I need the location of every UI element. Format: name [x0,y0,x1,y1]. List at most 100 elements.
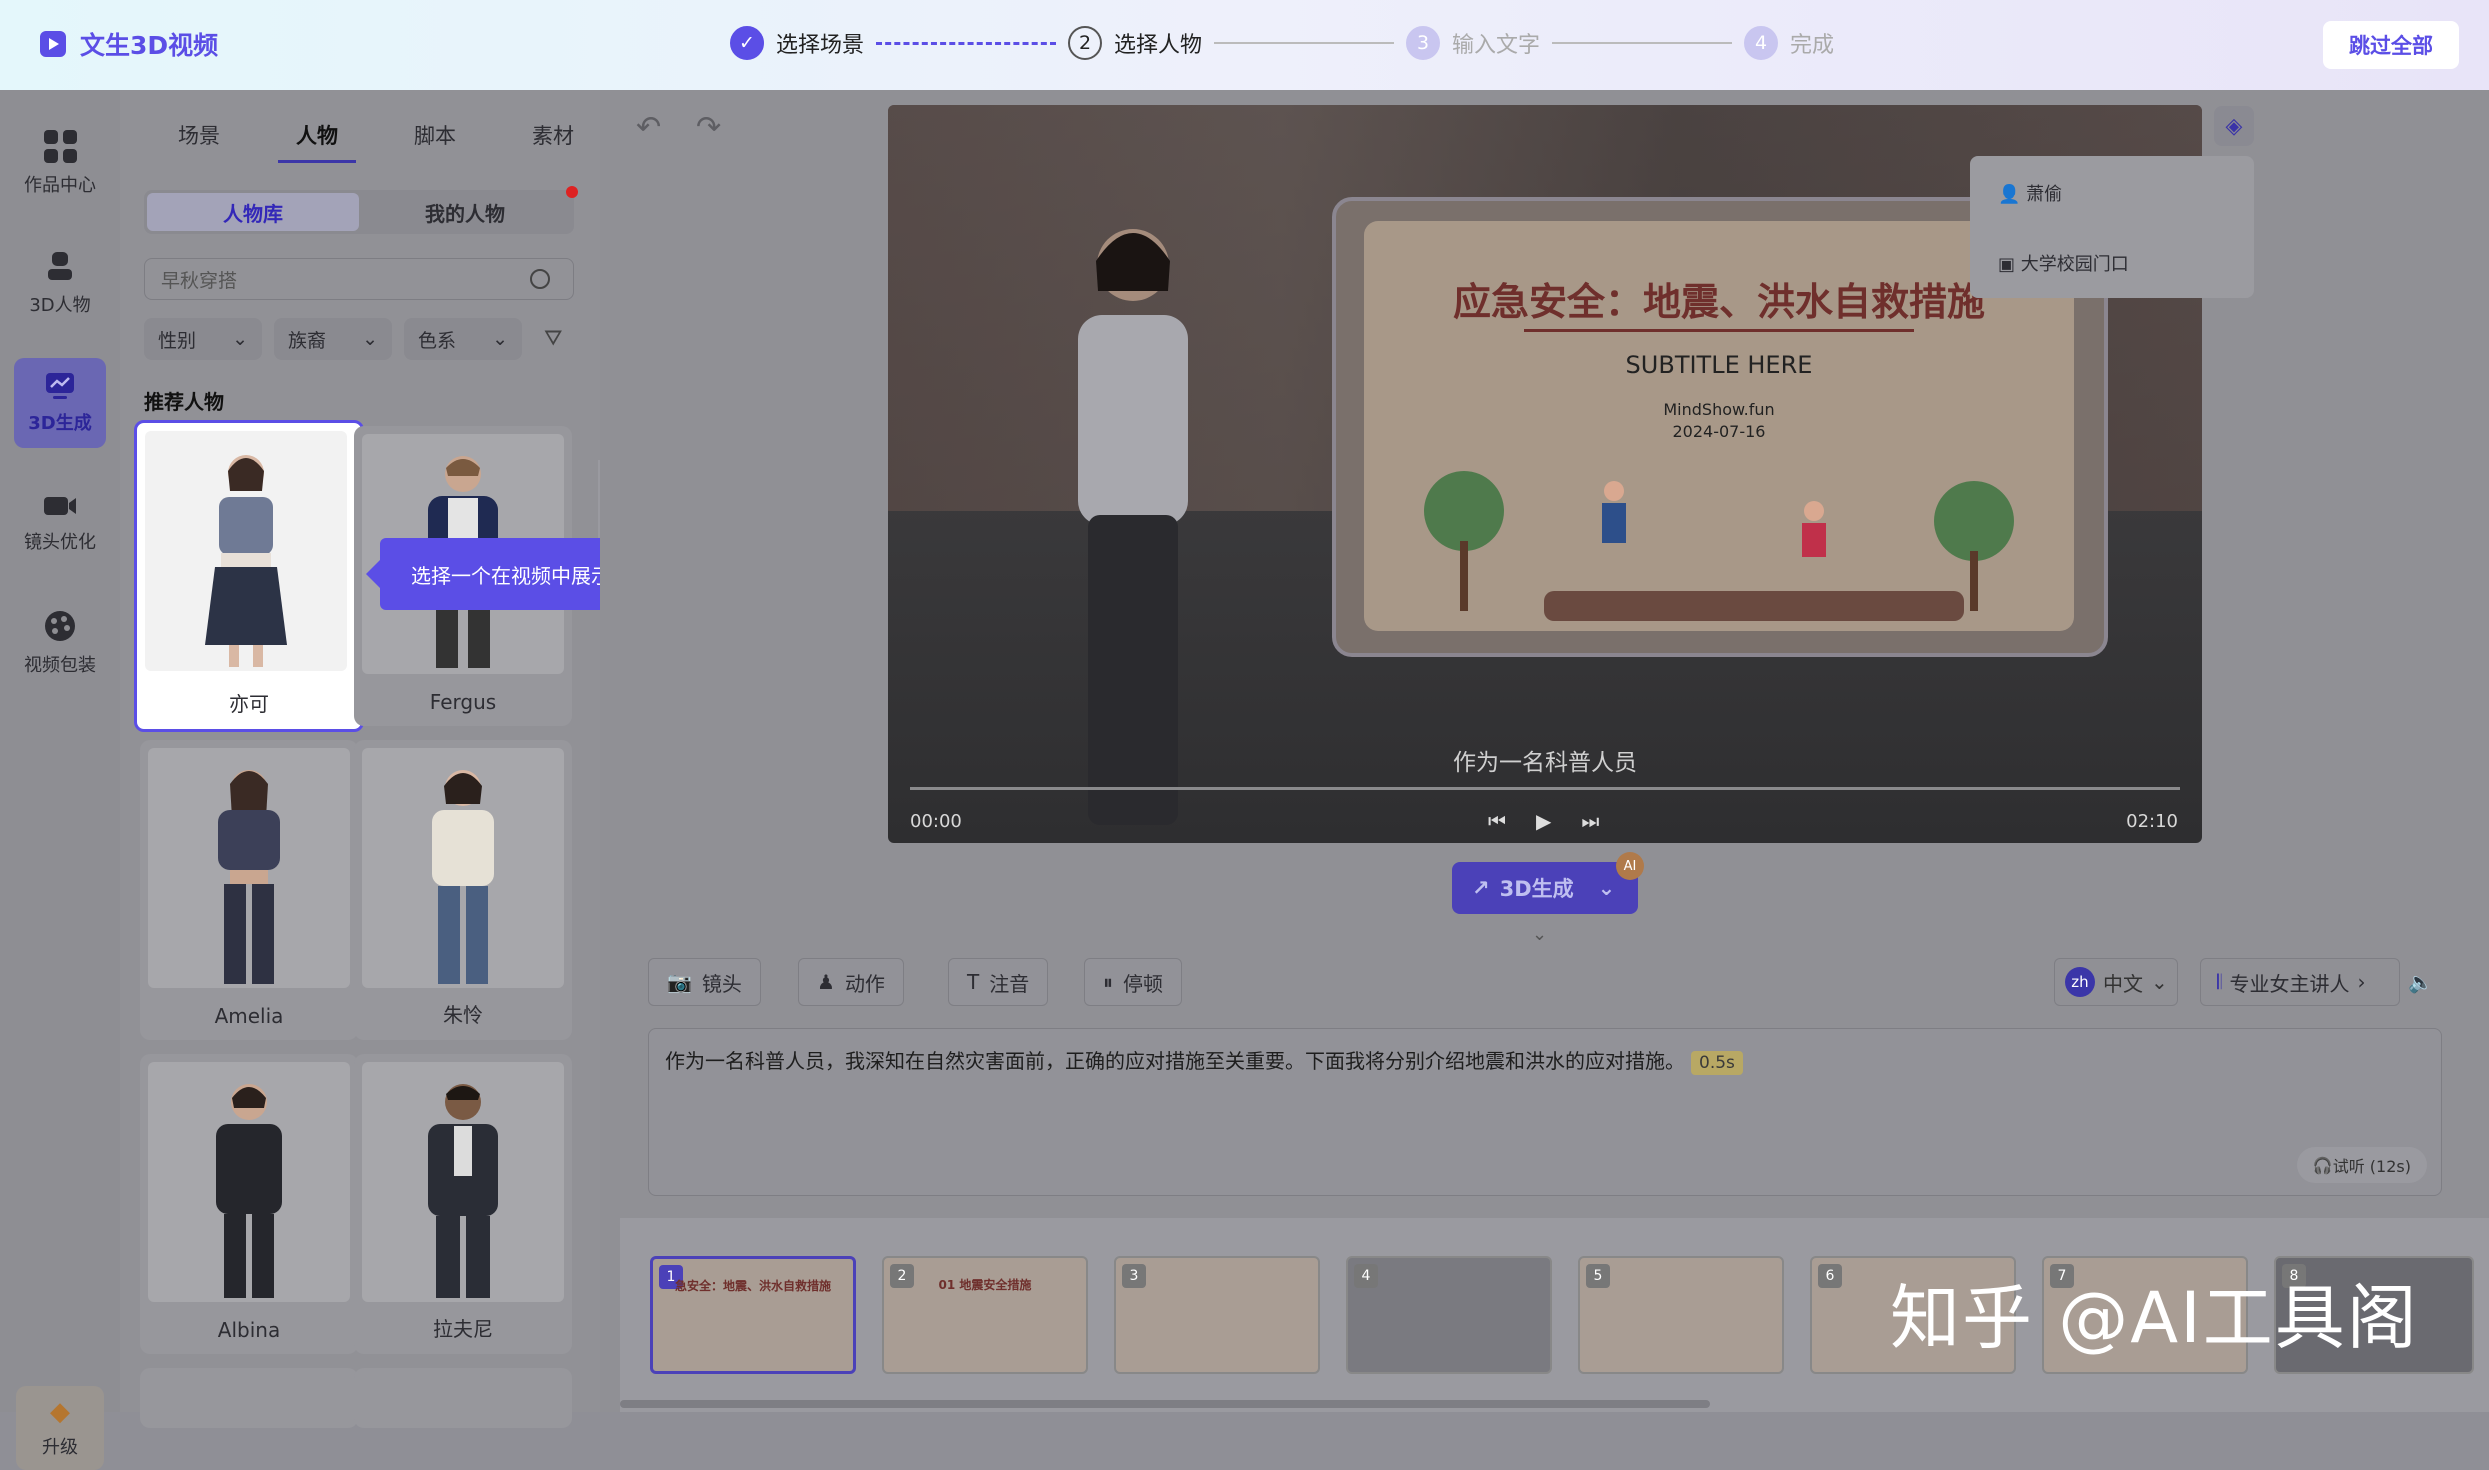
generate-label: 3D生成 [1499,877,1574,901]
slide-content: 应急安全：地震、洪水自救措施 SUBTITLE HERE MindShow.fu… [1364,221,2074,631]
filter-color[interactable]: 色系 ⌄ [404,318,522,360]
palette-icon [45,611,75,641]
character-card[interactable]: 亦可 [134,420,364,732]
voice-select[interactable]: 𝄃 专业女主讲人 › [2200,958,2400,1006]
search-input[interactable]: 早秋穿搭 [144,258,574,300]
redo-icon[interactable]: ↷ [696,110,721,145]
slide-thumbnail[interactable]: 1 急安全：地震、洪水自救措施 [650,1256,856,1374]
step-2[interactable]: 2 选择人物 [1068,26,1202,60]
rail-item-works[interactable]: 作品中心 [14,118,106,208]
app-brand[interactable]: 文生3D视频 [40,26,218,62]
app-title: 文生3D视频 [80,31,219,60]
listen-button[interactable]: 🎧 试听 (12s) [2296,1147,2427,1183]
chevron-down-icon: ⌄ [492,328,508,350]
trend-icon: ↗ [1472,876,1490,900]
slide-thumbnail[interactable]: 4 [1346,1256,1552,1374]
step-1[interactable]: ✓ 选择场景 [730,26,864,60]
search-icon[interactable] [530,269,550,289]
step-connector [876,41,1057,45]
slide-meta-line: 2024-07-16 [1672,422,1766,441]
tab-script[interactable]: 脚本 [396,120,474,163]
step-label: 选择人物 [1114,33,1203,58]
rail-label: 视频包装 [24,655,96,676]
filter-label: 族裔 [288,329,327,352]
character-avatar [148,1062,350,1302]
divider [1524,329,1914,332]
character-card[interactable] [140,1368,358,1428]
upgrade-button[interactable]: ◆ 升级 [16,1386,104,1470]
tool-pause-button[interactable]: ⏸ 停顿 [1084,958,1182,1006]
speaker-icon[interactable]: 🔈 [2408,970,2433,994]
language-code: zh [2065,967,2095,997]
tab-character[interactable]: 人物 [278,120,356,163]
character-name: Albina [217,1318,281,1342]
ai-badge: AI [1616,852,1644,880]
3d-generate-button[interactable]: ↗ 3D生成 ⌄ [1452,862,1638,914]
layers-item-label: 大学校园门口 [2020,254,2129,275]
layers-menu-item[interactable]: ▣ 大学校园门口 [1998,250,2129,276]
tab-scene[interactable]: 场景 [160,120,238,163]
pause-tag[interactable]: 0.5s [1691,1051,1743,1075]
tool-action-button[interactable]: ♟ 动作 [798,958,904,1006]
skip-all-button[interactable]: 跳过全部 [2323,21,2459,69]
filter-gender[interactable]: 性别 ⌄ [144,318,262,360]
tool-label: 镜头 [701,971,742,996]
skip-back-icon[interactable]: ⏮ [1488,809,1506,833]
check-icon: ✓ [730,26,764,60]
language-label: 中文 [2103,971,2143,996]
layers-item-label: 萧偷 [2026,184,2063,205]
character-card[interactable] [354,1368,572,1428]
character-card[interactable]: Amelia [140,740,358,1040]
rail-item-3d-generate[interactable]: 3D生成 [14,358,106,448]
chevron-down-icon[interactable]: ⌄ [1598,876,1616,900]
script-text: 作为一名科普人员，我深知在自然灾害面前，正确的应对措施至关重要。下面我将分别介绍… [665,1049,1685,1073]
time-current: 00:00 [910,811,962,832]
thumbnail-scrollbar[interactable] [620,1400,1710,1408]
character-card[interactable]: 拉夫尼 [354,1054,572,1354]
layers-icon[interactable]: ◈ [2214,106,2254,146]
undo-icon[interactable]: ↶ [636,110,661,145]
rail-item-camera[interactable]: 镜头优化 [14,478,106,568]
character-name: Fergus [429,690,497,714]
step-4[interactable]: 4 完成 [1744,26,1834,60]
thumbnail-number: 3 [1122,1264,1146,1288]
chevron-down-icon: ⌄ [362,328,378,350]
person-icon: 👤 [1998,184,2027,205]
thumbnail-number: 5 [1586,1264,1610,1288]
slide-thumbnail[interactable]: 3 [1114,1256,1320,1374]
image-icon: ▣ [1998,254,2021,275]
filter-ethnicity[interactable]: 族裔 ⌄ [274,318,392,360]
slide-thumbnail[interactable]: 2 01 地震安全措施 [882,1256,1088,1374]
rail-item-3d-person[interactable]: 3D人物 [14,238,106,328]
presenter-figure [1078,229,1188,825]
character-avatar [362,748,564,988]
step-label: 输入文字 [1452,33,1541,58]
chevron-down-icon: ⌄ [2151,970,2168,994]
step-connector [1214,42,1395,44]
time-total: 02:10 [2126,811,2178,832]
step-3[interactable]: 3 输入文字 [1406,26,1540,60]
skip-forward-icon[interactable]: ⏭ [1581,809,1599,833]
video-caption: 作为一名科普人员 [1453,750,1637,776]
script-textarea[interactable]: 作为一名科普人员，我深知在自然灾害面前，正确的应对措施至关重要。下面我将分别介绍… [648,1028,2442,1196]
segment-my-characters[interactable]: 我的人物 [359,193,571,231]
slide-thumbnail[interactable]: 5 [1578,1256,1784,1374]
step-number: 3 [1406,26,1441,60]
tab-assets[interactable]: 素材 [514,120,592,163]
rail-item-packaging[interactable]: 视频包装 [14,598,106,688]
thumbnail-caption: 01 地震安全措施 [938,1278,1032,1292]
play-icon[interactable]: ▶ [1536,809,1551,833]
notification-dot [566,186,578,198]
character-card[interactable]: Albina [140,1054,358,1354]
character-card[interactable]: 朱怜 [354,740,572,1040]
language-select[interactable]: zh 中文 ⌄ [2054,958,2178,1006]
tool-phonetic-button[interactable]: T 注音 [948,958,1049,1006]
funnel-icon[interactable]: ⛛ [544,326,562,351]
layers-menu-item[interactable]: 👤 萧偷 [1998,180,2062,206]
tool-camera-button[interactable]: 📷 镜头 [648,958,761,1006]
video-progress-bar[interactable] [910,787,2180,790]
segment-library[interactable]: 人物库 [147,193,359,231]
library-segment: 人物库 我的人物 [144,190,574,234]
slide-subtitle: SUBTITLE HERE [1625,351,1813,379]
watermark: 知乎 @AI工具阁 [1890,1277,2419,1359]
